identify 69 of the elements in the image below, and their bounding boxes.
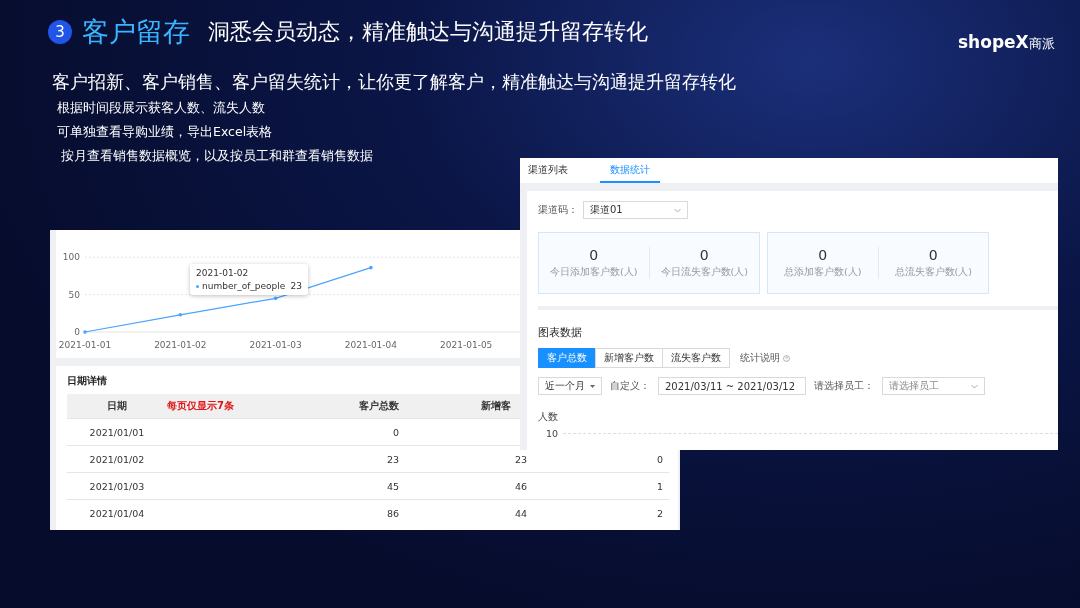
axis-label: 2021-01-03: [249, 340, 302, 350]
axis-title: 人数: [538, 411, 559, 424]
help-text: 统计说明: [740, 351, 780, 365]
table-cell: 2021/01/03: [89, 480, 145, 492]
tooltip-date: 2021-01-02: [196, 268, 250, 278]
table-cell: 2021/01/04: [89, 507, 145, 519]
table-title: 日期详情: [67, 374, 107, 388]
date-range-field[interactable]: 2021/03/11 ~ 2021/03/12: [658, 377, 806, 395]
series-name: number_of_people: [202, 281, 286, 291]
stat-value: 0: [699, 247, 709, 263]
stat-label: 今日添加客户数(人): [550, 266, 638, 279]
axis-label: 2021-01-01: [58, 340, 112, 350]
field-label: 自定义：: [610, 379, 650, 393]
chevron-down-icon: [674, 207, 681, 213]
segment-tab[interactable]: 新增客户数: [595, 348, 663, 368]
step-number: 3: [48, 20, 72, 44]
table-cell: 23: [386, 453, 399, 465]
table-note: 每页仅显示7条: [167, 399, 234, 413]
feature-text: 根据时间段展示获客人数、流失人数: [57, 100, 266, 117]
legend-dot: [196, 284, 199, 288]
table-cell: 2021/01/01: [89, 426, 145, 438]
data-point: [369, 265, 373, 270]
staff-select[interactable]: 请选择员工: [882, 377, 985, 395]
table-cell: 1: [656, 480, 663, 492]
section-title: 客户留存: [82, 15, 190, 49]
brand-logo: shopeX商派: [958, 32, 1055, 53]
section-title: 图表数据: [538, 326, 583, 340]
stat-label: 总流失客户数(人): [894, 266, 972, 279]
data-point: [83, 330, 87, 334]
axis-label: 2021-01-02: [154, 340, 207, 350]
table-cell: 0: [392, 426, 399, 438]
stat-label: 总添加客户数(人): [784, 266, 862, 279]
segment-tab[interactable]: 流失客户数: [662, 348, 730, 368]
table-cell: 46: [514, 480, 527, 492]
table-cell: 86: [386, 507, 399, 519]
table-cell: 0: [656, 453, 663, 465]
field-label: 渠道码：: [538, 203, 578, 217]
chevron-down-icon: [971, 383, 978, 389]
axis-label: 0: [74, 327, 80, 337]
column-header: 新增客: [481, 399, 511, 413]
column-header: 日期: [107, 399, 127, 413]
period-select[interactable]: 近一个月: [538, 377, 602, 395]
stat-value: 0: [818, 247, 828, 263]
tab[interactable]: 渠道列表: [526, 158, 580, 183]
stat-label: 今日流失客户数(人): [660, 266, 748, 279]
table-cell: 23: [514, 453, 527, 465]
field-label: 请选择员工：: [814, 379, 874, 393]
stat-value: 0: [928, 247, 938, 263]
intro-text: 客户招新、客户销售、客户留失统计，让你更了解客户，精准触达与沟通提升留存转化: [52, 70, 737, 94]
section-subtitle: 洞悉会员动态，精准触达与沟通提升留存转化: [208, 18, 648, 46]
data-point: [273, 296, 278, 301]
table-cell: 45: [386, 480, 399, 492]
series-value: 23: [290, 281, 302, 291]
axis-label: 2021-01-05: [440, 340, 493, 350]
help-icon[interactable]: [783, 354, 790, 362]
feature-text: 可单独查看导购业绩，导出Excel表格: [57, 124, 274, 141]
table-cell: 44: [514, 507, 527, 519]
axis-label: 100: [62, 252, 80, 263]
axis-label: 50: [68, 289, 80, 300]
column-header: 客户总数: [359, 399, 399, 413]
caret-down-icon: [590, 384, 595, 388]
stat-value: 0: [589, 247, 599, 263]
feature-text: 按月查看销售数据概览，以及按员工和群查看销售数据: [61, 148, 374, 165]
axis-label: 10: [546, 428, 559, 439]
axis-label: 2021-01-04: [344, 340, 398, 350]
table-cell: 2: [656, 507, 663, 519]
data-point: [178, 313, 183, 317]
table-cell: 2021/01/02: [89, 453, 145, 465]
channel-select[interactable]: 渠道01: [583, 201, 688, 219]
